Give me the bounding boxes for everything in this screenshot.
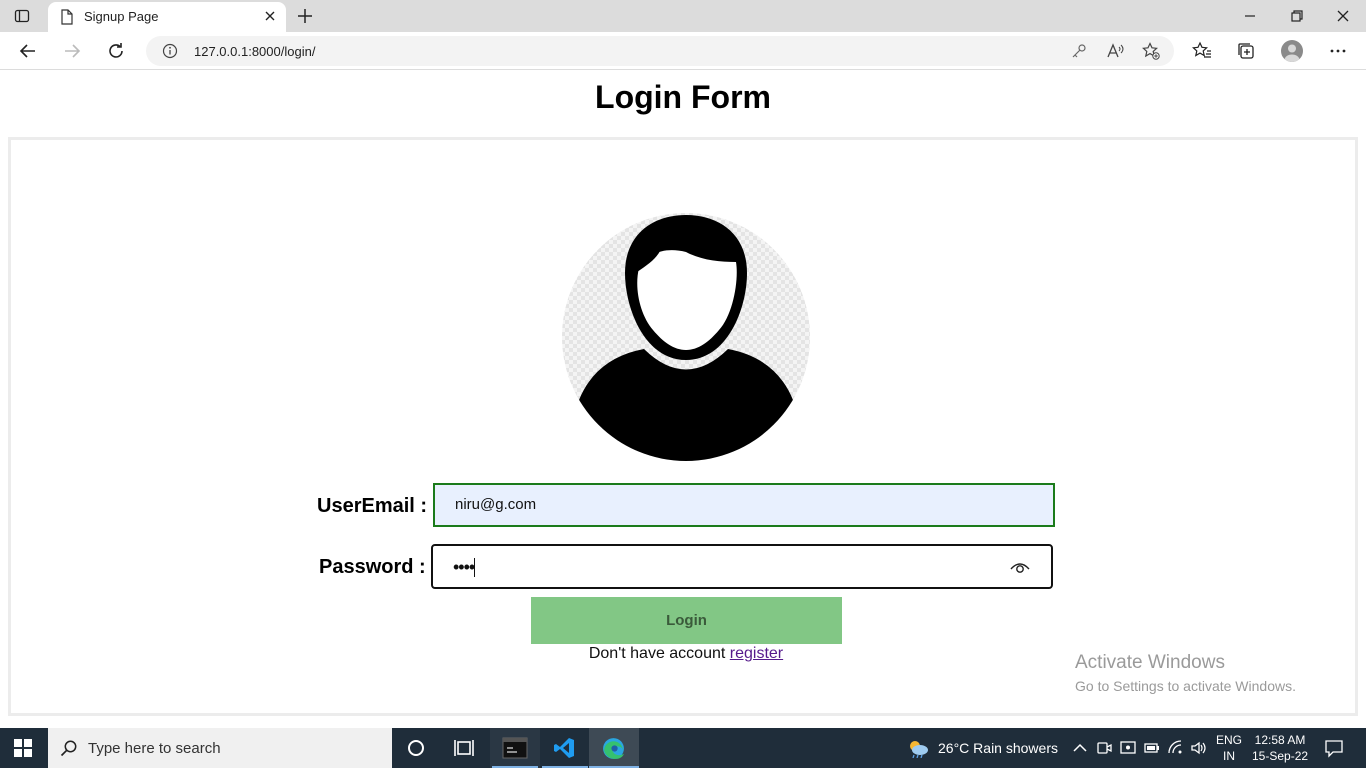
login-button[interactable]: Login xyxy=(531,597,842,644)
site-info-icon[interactable] xyxy=(162,43,178,59)
show-password-eye-icon[interactable] xyxy=(1009,558,1031,576)
profile-avatar[interactable] xyxy=(1281,40,1303,62)
favorites-icon[interactable] xyxy=(1192,41,1212,61)
register-prompt-text: Don't have account xyxy=(588,645,726,662)
volume-icon[interactable] xyxy=(1190,739,1208,757)
clock-time: 12:58 AM xyxy=(1254,733,1306,747)
key-icon[interactable] xyxy=(1070,42,1088,60)
close-tab-icon[interactable] xyxy=(262,8,278,24)
language-indicator[interactable]: ENG IN xyxy=(1216,732,1242,764)
browser-tab-bar: Signup Page xyxy=(0,0,1366,32)
browser-toolbar: 127.0.0.1:8000/login/ xyxy=(0,32,1366,70)
page-content: Login Form UserEmail : niru@g.com Passwo… xyxy=(0,71,1366,728)
register-link[interactable]: register xyxy=(730,645,783,662)
notifications-icon[interactable] xyxy=(1324,738,1344,758)
taskbar-clock[interactable]: 12:58 AM 15-Sep-22 xyxy=(1252,732,1308,764)
page-icon xyxy=(61,9,73,25)
meet-now-icon[interactable] xyxy=(1095,739,1113,757)
taskbar-app-edge[interactable] xyxy=(589,728,639,768)
read-aloud-icon[interactable] xyxy=(1106,42,1124,60)
password-input[interactable]: •••• xyxy=(431,544,1053,589)
address-bar[interactable]: 127.0.0.1:8000/login/ xyxy=(146,36,1174,66)
cortana-icon[interactable] xyxy=(404,736,428,760)
language-code: ENG xyxy=(1216,733,1243,747)
show-hidden-icons-chevron-icon[interactable] xyxy=(1071,739,1089,757)
new-tab-icon[interactable] xyxy=(296,7,314,25)
password-label: Password : xyxy=(319,556,426,578)
windows-taskbar: Type here to search 26°C Rain showers EN… xyxy=(0,728,1366,768)
restore-icon[interactable] xyxy=(1287,6,1307,26)
minimize-icon[interactable] xyxy=(1240,6,1260,26)
region-code: IN xyxy=(1223,749,1235,763)
battery-icon[interactable] xyxy=(1143,739,1161,757)
taskbar-search-box[interactable]: Type here to search xyxy=(48,728,392,768)
watermark-title: Activate Windows xyxy=(1075,652,1225,673)
page-title: Login Form xyxy=(595,79,771,115)
clock-date: 15-Sep-22 xyxy=(1252,749,1309,763)
login-form: UserEmail : niru@g.com Password : •••• L… xyxy=(8,137,1358,716)
device-icon[interactable] xyxy=(1119,739,1137,757)
url-text[interactable]: 127.0.0.1:8000/login/ xyxy=(194,44,315,59)
add-favorite-icon[interactable] xyxy=(1142,42,1160,60)
user-email-input[interactable]: niru@g.com xyxy=(433,483,1055,527)
search-placeholder: Type here to search xyxy=(88,740,221,757)
password-masked-value: •••• xyxy=(453,557,475,577)
taskbar-app-vscode[interactable] xyxy=(540,728,590,768)
terminal-app-icon xyxy=(502,737,528,759)
edge-icon xyxy=(603,738,624,759)
task-view-icon[interactable] xyxy=(452,736,476,760)
taskbar-app-mysql[interactable] xyxy=(490,728,540,768)
activate-windows-watermark: Activate Windows Go to Settings to activ… xyxy=(1075,652,1296,694)
vscode-icon xyxy=(554,738,574,758)
back-icon[interactable] xyxy=(18,41,38,61)
forward-icon[interactable] xyxy=(62,41,82,61)
user-avatar-image xyxy=(562,213,810,461)
browser-tab[interactable]: Signup Page xyxy=(48,2,286,32)
weather-text[interactable]: 26°C Rain showers xyxy=(938,740,1058,756)
windows-start-icon[interactable] xyxy=(14,739,32,757)
rain-showers-weather-icon[interactable] xyxy=(906,738,930,758)
refresh-icon[interactable] xyxy=(106,41,126,61)
more-options-icon[interactable] xyxy=(1328,41,1348,61)
search-icon xyxy=(60,740,77,757)
wifi-icon[interactable] xyxy=(1167,739,1185,757)
tab-actions-icon[interactable] xyxy=(14,8,30,24)
watermark-subtitle: Go to Settings to activate Windows. xyxy=(1075,678,1296,694)
tab-title: Signup Page xyxy=(84,9,159,24)
close-window-icon[interactable] xyxy=(1333,6,1353,26)
user-email-label: UserEmail : xyxy=(317,495,428,517)
collections-icon[interactable] xyxy=(1236,41,1256,61)
text-caret xyxy=(474,558,475,577)
